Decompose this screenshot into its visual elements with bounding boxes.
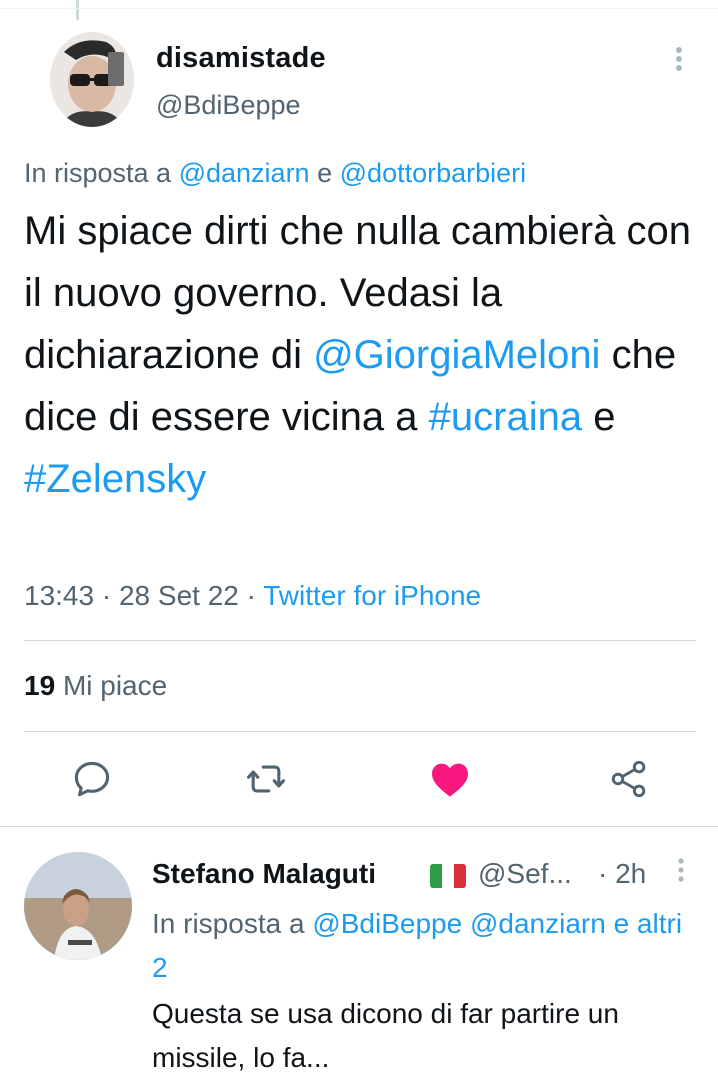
retweet-button[interactable] [243,756,289,802]
thread-connector-line [76,0,79,20]
likes-label: Mi piace [62,670,168,701]
reply-mention-bdibeppe[interactable]: @BdiBeppe [312,908,462,939]
hashtag-ucraina[interactable]: #ucraina [429,395,582,439]
reply-time[interactable]: · 2h [598,858,646,890]
reply-author-avatar[interactable] [24,852,132,960]
tweet-meta: 13:43 · 28 Set 22 · Twitter for iPhone [24,580,481,612]
italy-flag-icon [430,864,466,888]
top-divider [0,8,718,9]
reply-button[interactable] [69,756,115,802]
avatar-photo-icon [50,32,134,127]
likes-summary[interactable]: 19 Mi piace [24,670,167,702]
meta-separator: · [94,580,119,611]
reply-and: e [317,158,333,188]
share-button[interactable] [606,756,652,802]
heart-filled-icon [431,763,469,797]
reply-author-handle[interactable]: @Sef... [478,858,572,890]
reply-prefix: In risposta a [24,158,172,188]
share-icon [611,760,646,798]
avatar-photo-icon [24,852,132,960]
tweet-time[interactable]: 13:43 [24,580,94,611]
more-options-icon[interactable] [664,44,694,74]
divider [24,640,696,641]
tweet-source[interactable]: Twitter for iPhone [263,580,481,611]
tweet-text: Mi spiace dirti che nulla cambierà con i… [24,200,704,510]
reply-mention-dottorbarbieri[interactable]: @dottorbarbieri [340,158,527,188]
divider [0,826,718,827]
author-display-name[interactable]: disamistade [156,42,326,75]
reply-author-display-name[interactable]: Stefano Malaguti [152,858,376,890]
reply-mention-danziarn[interactable]: @danziarn [179,158,310,188]
divider [24,731,696,732]
like-button[interactable] [427,756,473,802]
reply-tweet-text: Questa se usa dicono di far partire un m… [152,998,619,1073]
reply-mention-danziarn[interactable]: @danziarn [470,908,606,939]
reply-context: In risposta a @danziarn e @dottorbarbier… [24,158,526,189]
mention-giorgiameloni[interactable]: @GiorgiaMeloni [313,333,600,377]
tweet-text-part3: e [582,395,616,439]
author-avatar[interactable] [50,32,134,127]
author-handle[interactable]: @BdiBeppe [156,90,301,121]
reply-icon [74,761,110,797]
likes-count: 19 [24,670,56,701]
retweet-icon [247,765,285,793]
tweet-date[interactable]: 28 Set 22 [119,580,239,611]
reply-context: In risposta a @BdiBeppe @danziarn e altr… [152,902,692,990]
hashtag-zelensky[interactable]: #Zelensky [24,457,206,501]
meta-separator: · [238,580,264,611]
reply-prefix: In risposta a [152,908,305,939]
more-options-icon[interactable] [666,856,696,886]
